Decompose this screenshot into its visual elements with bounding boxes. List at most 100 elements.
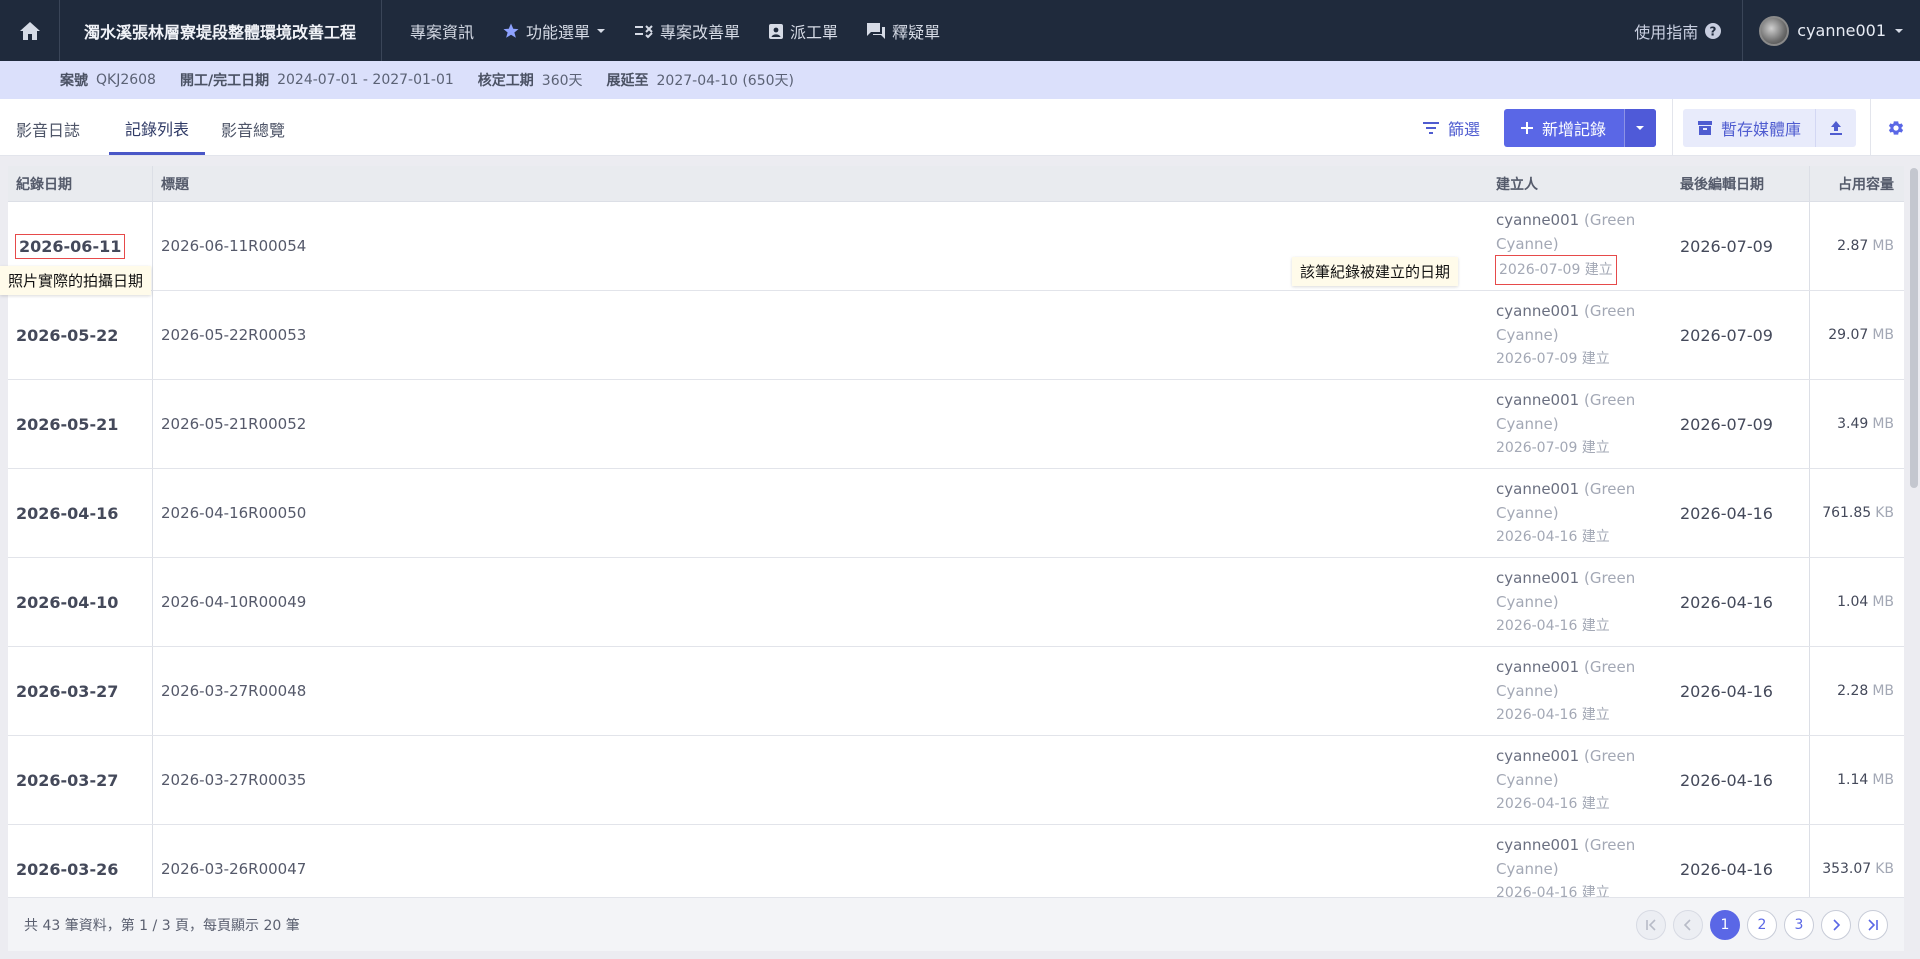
add-record-button[interactable]: 新增記錄 [1504, 109, 1624, 147]
nav-dispatch[interactable]: 派工單 [754, 0, 852, 61]
table-header: 紀錄日期 標題 建立人 最後編輯日期 占用容量 [8, 166, 1904, 202]
next-page-button[interactable] [1821, 909, 1851, 940]
tab-media-overview[interactable]: 影音總覽 [205, 117, 301, 155]
filter-button[interactable]: 篩選 [1408, 116, 1494, 140]
created-date: 2026-07-09 建立 [1495, 255, 1617, 285]
title-cell[interactable]: 2026-04-10R00049 [153, 558, 1488, 646]
page-2-button[interactable]: 2 [1747, 909, 1777, 940]
table-row[interactable]: 2026-04-10 2026-04-10R00049 cyanne001 (Gre… [8, 558, 1904, 647]
record-date-cell: 2026-03-27 [8, 736, 153, 824]
nav-label: 功能選單 [526, 22, 591, 42]
nav-project-info[interactable]: 專案資訊 [396, 0, 488, 61]
nav-label: 專案資訊 [410, 22, 475, 42]
record-date: 2026-05-22 [16, 325, 119, 345]
annotation-photo-date: 照片實際的拍攝日期 [0, 266, 152, 295]
size-cell: 29.07 MB [1810, 291, 1904, 379]
table-row[interactable]: 2026-06-11 2026-06-11R00054 cyanne001 (Gre… [8, 202, 1904, 291]
add-record-dropdown[interactable] [1623, 108, 1656, 147]
title-cell[interactable]: 2026-04-16R00050 [153, 469, 1488, 557]
user-guide-link[interactable]: 使用指南 ? [1614, 0, 1744, 61]
home-button[interactable] [0, 0, 60, 61]
extend-label: 展延至 [606, 73, 649, 89]
dates-value: 2024-07-01 - 2027-01-01 [277, 72, 454, 88]
size-unit: MB [1872, 772, 1894, 788]
creator-username: cyanne001 [1496, 747, 1580, 765]
table-row[interactable]: 2026-05-22 2026-05-22R00053 cyanne001 (Gre… [8, 291, 1904, 380]
last-page-button[interactable] [1858, 909, 1888, 940]
project-title[interactable]: 濁水溪張林層寮堤段整體環境改善工程 [60, 0, 382, 61]
module-title: 影音日誌 [16, 121, 81, 140]
size-value: 353.07 [1822, 861, 1872, 877]
header-size[interactable]: 占用容量 [1810, 166, 1904, 201]
size-unit: MB [1872, 594, 1894, 610]
archive-icon [1697, 120, 1712, 135]
table-row[interactable]: 2026-03-27 2026-03-27R00035 cyanne001 (Gre… [8, 736, 1904, 825]
last-edited-cell: 2026-07-09 [1680, 291, 1810, 379]
media-stash-button[interactable]: 暫存媒體庫 [1683, 108, 1816, 147]
creator-cell: cyanne001 (Green Cyanne) 2026-04-16 建立 [1488, 647, 1680, 735]
last-edited-cell: 2026-07-09 [1680, 202, 1810, 290]
creator-cell: cyanne001 (Green Cyanne) 2026-07-09 建立 [1488, 380, 1680, 468]
star-icon [503, 23, 519, 38]
nav-clarification[interactable]: 釋疑單 [852, 0, 954, 61]
size-unit: MB [1872, 683, 1894, 699]
created-date: 2026-04-16 建立 [1496, 618, 1610, 634]
record-date-cell: 2026-04-16 [8, 469, 153, 557]
record-date: 2026-05-21 [16, 414, 119, 434]
size-unit: MB [1872, 327, 1894, 343]
table-row[interactable]: 2026-04-16 2026-04-16R00050 cyanne001 (Gre… [8, 469, 1904, 558]
nav-improvement[interactable]: 專案改善單 [620, 0, 754, 61]
size-cell: 1.14 MB [1810, 736, 1904, 824]
nav-label: 釋疑單 [892, 22, 941, 42]
title-cell[interactable]: 2026-03-27R00048 [153, 647, 1488, 735]
tab-record-list[interactable]: 記錄列表 [109, 116, 206, 155]
period-value: 360天 [541, 73, 583, 89]
page-3-button[interactable]: 3 [1784, 909, 1814, 940]
created-date: 2026-04-16 建立 [1496, 707, 1610, 723]
nav-function-menu[interactable]: 功能選單 [488, 0, 620, 61]
table-row[interactable]: 2026-05-21 2026-05-21R00052 cyanne001 (Gre… [8, 380, 1904, 469]
page-1-button[interactable]: 1 [1710, 909, 1740, 940]
user-menu[interactable]: cyanne001 [1743, 15, 1904, 46]
filter-label: 篩選 [1447, 119, 1480, 139]
title-cell[interactable]: 2026-05-21R00052 [153, 380, 1488, 468]
settings-button[interactable] [1870, 99, 1920, 156]
clipboard-icon [769, 23, 784, 39]
header-title[interactable]: 標題 [153, 166, 1488, 201]
title-cell[interactable]: 2026-06-11R00054 [153, 202, 1488, 290]
table-row[interactable]: 2026-03-27 2026-03-27R00048 cyanne001 (Gre… [8, 647, 1904, 736]
project-info-bar: 案號 QKJ2608 開工/完工日期 2024-07-01 - 2027-01-… [0, 61, 1920, 99]
header-record-date[interactable]: 紀錄日期 [8, 166, 153, 201]
first-page-button[interactable] [1636, 909, 1666, 940]
last-edited-cell: 2026-04-16 [1680, 736, 1810, 824]
records-table: 紀錄日期 標題 建立人 最後編輯日期 占用容量 2026-06-11 2026-0… [8, 166, 1904, 951]
table-body: 2026-06-11 2026-06-11R00054 cyanne001 (Gre… [8, 202, 1904, 914]
header-creator[interactable]: 建立人 [1488, 166, 1680, 201]
creator-cell: cyanne001 (Green Cyanne) 2026-07-09 建立 [1488, 291, 1680, 379]
creator-cell: cyanne001 (Green Cyanne) 2026-04-16 建立 [1488, 736, 1680, 824]
title-cell[interactable]: 2026-05-22R00053 [153, 291, 1488, 379]
filter-icon [1422, 121, 1439, 134]
header-last-edited[interactable]: 最後編輯日期 [1680, 166, 1810, 201]
svg-text:?: ? [1710, 24, 1717, 38]
title-cell[interactable]: 2026-03-27R00035 [153, 736, 1488, 824]
record-date: 2026-03-26 [16, 859, 119, 879]
record-date-cell: 2026-05-21 [8, 380, 153, 468]
plus-icon [1520, 121, 1533, 134]
add-record-label: 新增記錄 [1541, 119, 1606, 139]
created-date: 2026-07-09 建立 [1496, 351, 1610, 367]
creator-cell: cyanne001 (Green Cyanne) 2026-04-16 建立 [1488, 558, 1680, 646]
size-unit: MB [1872, 416, 1894, 432]
record-date: 2026-04-16 [16, 503, 119, 523]
record-date-cell: 2026-05-22 [8, 291, 153, 379]
size-value: 2.87 [1837, 238, 1869, 254]
upload-button[interactable] [1816, 109, 1856, 147]
last-page-icon [1868, 918, 1878, 931]
nav-label: 專案改善單 [660, 22, 741, 42]
creator-cell: cyanne001 (Green Cyanne) 2026-07-09 建立 [1488, 202, 1680, 290]
creator-username: cyanne001 [1496, 302, 1580, 320]
scrollbar[interactable] [1910, 168, 1918, 488]
prev-page-button[interactable] [1673, 909, 1703, 940]
size-value: 29.07 [1828, 327, 1869, 343]
caret-down-icon [597, 28, 606, 33]
